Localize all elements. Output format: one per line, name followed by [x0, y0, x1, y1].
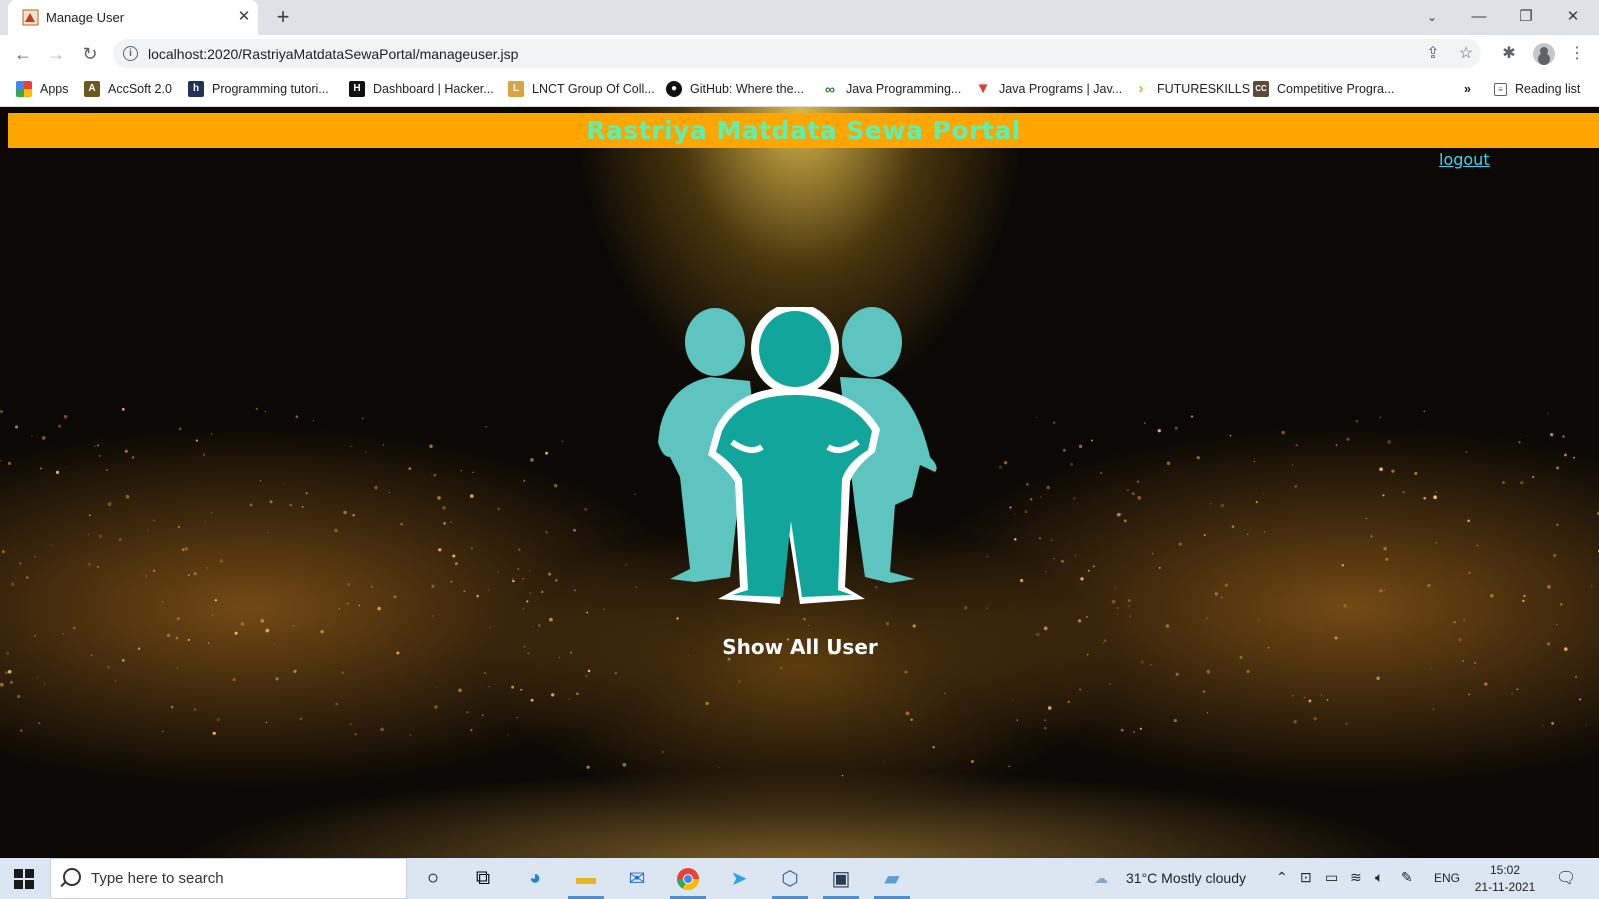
lnct-icon: L — [508, 81, 524, 97]
show-all-user-link[interactable]: Show All User — [700, 635, 900, 659]
cc-icon: CC — [1253, 81, 1269, 97]
virtualbox-icon[interactable]: ⬡ — [770, 862, 810, 899]
file-explorer-icon[interactable]: ▬ — [566, 862, 606, 899]
bookmark-label: FUTURESKILLS — [1157, 82, 1251, 96]
accsoft-icon: A — [84, 81, 100, 97]
back-icon[interactable]: ← — [10, 41, 36, 67]
close-window-icon[interactable]: ✕ — [1558, 6, 1588, 28]
tab-strip: Manage User ✕ + ⌄ — ❐ ✕ — [0, 0, 1599, 35]
reload-icon[interactable]: ↻ — [77, 41, 103, 67]
network-status-icon[interactable]: ⊡ — [1300, 869, 1312, 886]
bookmark-competitive-programming[interactable]: CC Competitive Progra... — [1253, 80, 1394, 98]
reading-list-icon: ≡ — [1494, 82, 1507, 96]
bookmark-label: AccSoft 2.0 — [108, 82, 172, 96]
browser-menu-icon[interactable]: ⋮ — [1566, 43, 1588, 65]
new-tab-icon[interactable]: + — [271, 4, 295, 30]
minimize-icon[interactable]: — — [1464, 6, 1494, 28]
battery-icon[interactable]: ▭ — [1325, 869, 1338, 886]
url-text[interactable]: localhost:2020/RastriyaMatdataSewaPortal… — [148, 46, 518, 62]
pen-icon[interactable]: ✎ — [1401, 869, 1413, 886]
bookmark-lnct[interactable]: L LNCT Group Of Coll... — [508, 80, 655, 98]
address-bar[interactable]: i localhost:2020/RastriyaMatdataSewaPort… — [113, 39, 1481, 68]
site-info-icon[interactable]: i — [123, 46, 138, 61]
telegram-icon[interactable]: ➤ — [719, 862, 759, 895]
bookmarks-overflow-icon[interactable]: » — [1464, 80, 1471, 98]
infinity-icon: ∞ — [825, 81, 835, 97]
github-icon: ● — [666, 81, 682, 97]
system-clock[interactable]: 15:02 21-11-2021 — [1470, 862, 1540, 896]
bookmark-github[interactable]: ● GitHub: Where the... — [666, 80, 804, 98]
extensions-icon[interactable]: ✱ — [1498, 43, 1520, 65]
bookmark-futureskills[interactable]: › FUTURESKILLS — [1133, 80, 1251, 98]
edge-browser-icon[interactable]: ◕ — [515, 862, 555, 895]
notifications-icon[interactable]: 🗨︎ — [1556, 868, 1576, 888]
portal-title: Rastriya Matdata Sewa Portal — [586, 116, 1021, 145]
tab-close-icon[interactable]: ✕ — [234, 7, 254, 27]
users-group-icon[interactable] — [640, 307, 960, 627]
forward-icon[interactable]: → — [43, 41, 69, 67]
bookmark-label: Java Programs | Jav... — [999, 82, 1123, 96]
bookmark-label: Programming tutori... — [212, 82, 329, 96]
volume-icon[interactable]: 🔈︎ — [1375, 869, 1383, 886]
restore-icon[interactable]: ❐ — [1511, 6, 1541, 28]
task-view-icon[interactable]: ⧉ — [463, 862, 503, 895]
h-logo-icon: h — [188, 81, 204, 97]
bookmark-label: Java Programming... — [846, 82, 962, 96]
page-favicon-icon — [22, 9, 39, 26]
tab-search-icon[interactable]: ⌄ — [1417, 6, 1447, 28]
tray-chevron-up-icon[interactable]: ⌃ — [1276, 869, 1288, 886]
wifi-icon[interactable]: ≋ — [1350, 869, 1362, 886]
reading-list-button[interactable]: ≡ Reading list — [1494, 80, 1580, 98]
chrome-icon[interactable] — [668, 862, 708, 899]
search-placeholder: Type here to search — [91, 870, 224, 887]
bookmark-java-programs[interactable]: ▼ Java Programs | Jav... — [975, 80, 1123, 98]
windows-start-icon[interactable] — [14, 869, 34, 889]
browser-tab[interactable]: Manage User ✕ — [8, 0, 258, 35]
search-icon — [63, 868, 81, 886]
weather-text[interactable]: 31°C Mostly cloudy — [1126, 870, 1246, 886]
bookmarks-bar: Apps A AccSoft 2.0 h Programming tutori.… — [0, 72, 1599, 107]
portal-banner: Rastriya Matdata Sewa Portal — [8, 113, 1599, 148]
windows-taskbar: Type here to search ○ ⧉ ◕ ▬ ✉ ➤ ⬡ ▣ ▰ ☁ … — [0, 858, 1599, 899]
weather-cloud-icon[interactable]: ☁ — [1094, 870, 1108, 887]
profile-avatar[interactable] — [1533, 43, 1555, 65]
chevron-right-icon: › — [1138, 80, 1144, 97]
bookmark-programming-tutorials[interactable]: h Programming tutori... — [188, 80, 329, 98]
terminal-icon[interactable]: ▣ — [821, 862, 861, 899]
bookmark-label: LNCT Group Of Coll... — [532, 82, 655, 96]
bookmark-label: Competitive Progra... — [1277, 82, 1395, 96]
bookmark-accsoft[interactable]: A AccSoft 2.0 — [84, 80, 172, 98]
apps-grid-icon — [16, 81, 32, 97]
bookmark-label: GitHub: Where the... — [690, 82, 804, 96]
mail-icon[interactable]: ✉ — [617, 862, 657, 895]
clock-time: 15:02 — [1489, 863, 1521, 877]
logout-link[interactable]: logout — [1439, 150, 1490, 169]
bookmark-hackerrank[interactable]: H Dashboard | Hacker... — [349, 80, 494, 98]
bookmark-label: Apps — [40, 82, 69, 96]
clock-date: 21-11-2021 — [1474, 880, 1536, 894]
reading-list-label: Reading list — [1515, 82, 1581, 96]
share-icon[interactable]: ⇪ — [1422, 43, 1444, 65]
notepad-icon[interactable]: ▰ — [872, 862, 912, 899]
cortana-icon[interactable]: ○ — [413, 862, 453, 895]
tab-title: Manage User — [46, 10, 125, 25]
bookmark-star-icon[interactable]: ☆ — [1455, 43, 1477, 65]
bookmark-label: Dashboard | Hacker... — [373, 82, 494, 96]
bookmark-java-programming[interactable]: ∞ Java Programming... — [822, 80, 961, 98]
taskbar-search-box[interactable]: Type here to search — [50, 858, 407, 899]
page-body: Rastriya Matdata Sewa Portal logout Show… — [0, 107, 1599, 858]
bookmark-apps[interactable]: Apps — [16, 80, 69, 98]
hackerrank-icon: H — [349, 81, 365, 97]
v-shield-icon: ▼ — [975, 80, 991, 97]
language-indicator[interactable]: ENG — [1434, 871, 1460, 885]
browser-toolbar: ← → ↻ i localhost:2020/RastriyaMatdataSe… — [0, 35, 1599, 72]
